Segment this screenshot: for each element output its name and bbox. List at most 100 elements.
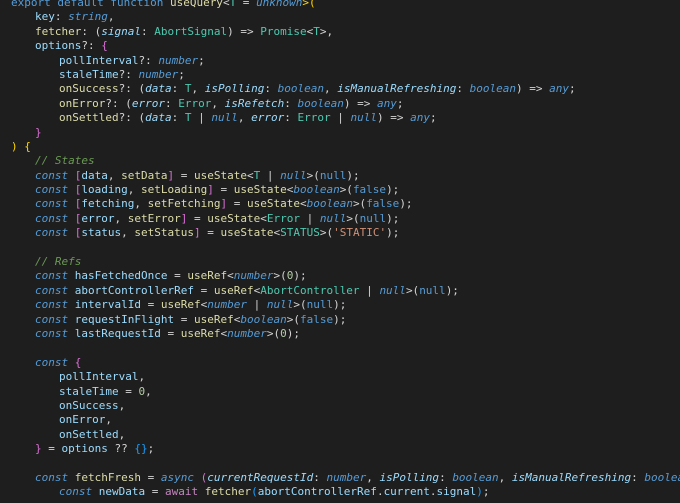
code-line: // Refs (0, 255, 680, 269)
code-area[interactable]: export default function useQuery<T = unk… (0, 0, 680, 500)
code-line: const intervalId = useRef<number | null>… (0, 298, 680, 312)
code-token: >, (319, 24, 334, 38)
code-token: isRefetch (224, 96, 285, 110)
code-token: fetcher (204, 485, 252, 499)
code-line: fetcher: (signal: AbortSignal) => Promis… (0, 25, 680, 39)
code-line: const abortControllerRef = useRef<AbortC… (0, 284, 680, 298)
code-token: AbortSignal (154, 24, 228, 38)
code-token: = (41, 442, 62, 456)
code-token: useQuery (169, 0, 223, 9)
code-line: onError?: (error: Error, isRefetch: bool… (0, 97, 680, 111)
code-line: const newData = await fetcher(abortContr… (0, 485, 680, 499)
code-token: onError (59, 96, 106, 110)
code-token: setLoading (140, 183, 208, 197)
code-token: : (284, 111, 298, 125)
code-token: const (35, 197, 75, 211)
code-token: async (160, 470, 201, 484)
code-token: boolean (644, 470, 680, 484)
code-line: key: string, (0, 10, 680, 24)
code-token: ); (445, 283, 459, 297)
code-token: const (35, 470, 75, 484)
code-token: boolean (452, 470, 499, 484)
code-token: , (498, 470, 512, 484)
code-token: onSuccess (59, 398, 119, 412)
code-token: boolean (240, 312, 287, 326)
code-editor[interactable]: export default function useQuery<T = unk… (0, 0, 680, 503)
code-token: = (160, 326, 181, 340)
code-token: = (118, 384, 139, 398)
code-token: } (35, 125, 42, 139)
code-token: setData (121, 168, 168, 182)
code-token: ; (569, 82, 576, 96)
code-token: = (140, 470, 161, 484)
code-token: ( (251, 485, 258, 499)
code-token: < (246, 168, 254, 182)
code-line: const { (0, 356, 680, 370)
code-token: abortControllerRef (257, 485, 377, 499)
code-token: null (419, 283, 446, 297)
code-token: export default (11, 0, 111, 9)
code-token: boolean (306, 197, 353, 211)
code-line: } = options ?? {}; (0, 442, 680, 456)
code-token: >( (273, 269, 287, 283)
code-token: string (68, 10, 108, 24)
code-token: >( (352, 197, 367, 211)
code-token: number (138, 67, 179, 81)
code-token: ; (147, 442, 155, 456)
code-token: ); (386, 211, 400, 225)
code-token: ); (333, 312, 347, 326)
code-token: setFetching (147, 197, 221, 211)
code-token: number (326, 470, 367, 484)
code-token: any (376, 96, 397, 110)
code-token: ); (333, 298, 347, 312)
code-token: signal (101, 24, 141, 38)
code-token: data (81, 168, 108, 182)
code-line: ) { (0, 140, 680, 154)
code-token: ); (346, 168, 360, 182)
code-token: , (138, 370, 146, 384)
code-token: , (145, 384, 152, 398)
code-token: ); (386, 183, 400, 197)
code-token: current (383, 485, 430, 499)
code-token: , (105, 413, 112, 427)
code-token: onSettled (59, 111, 119, 125)
code-line: onSettled?: (data: T | null, error: Erro… (0, 111, 680, 125)
code-token: = (213, 183, 234, 197)
code-token: . (376, 485, 384, 499)
code-token: , (107, 168, 122, 182)
code-line: const [error, setError] = useState<Error… (0, 212, 680, 226)
code-token: >( (266, 326, 281, 340)
code-token: error (131, 96, 165, 110)
code-line: const [loading, setLoading] = useState<b… (0, 183, 680, 197)
code-token: abortControllerRef (74, 283, 194, 297)
code-token: useState (246, 197, 300, 211)
code-token: ) => (227, 24, 261, 38)
code-token: , (366, 470, 380, 484)
code-line: options?: { (0, 39, 680, 53)
code-token: onError (59, 413, 106, 427)
code-token: = (193, 283, 214, 297)
code-token: >( (346, 211, 360, 225)
code-token: ?: ( (118, 82, 146, 96)
code-token: null (319, 211, 347, 225)
code-token: : (164, 96, 179, 110)
code-token: : (140, 24, 155, 38)
code-token: = (200, 226, 221, 240)
code-token: useState (193, 168, 247, 182)
code-token: >( (286, 312, 300, 326)
code-token: ) => (343, 96, 377, 110)
code-token: ); (286, 326, 300, 340)
code-line: const fetchFresh = async (currentRequest… (0, 471, 680, 485)
code-line: const [data, setData] = useState<T | nul… (0, 169, 680, 183)
code-token: null (211, 111, 238, 125)
code-token: : (171, 82, 185, 96)
code-token: null (319, 168, 347, 182)
code-token: setError (127, 211, 181, 225)
code-token: | (299, 211, 320, 225)
code-token: const (35, 269, 75, 283)
code-token: { (101, 39, 108, 53)
code-token: . (429, 485, 437, 499)
code-line: // States (0, 154, 680, 168)
